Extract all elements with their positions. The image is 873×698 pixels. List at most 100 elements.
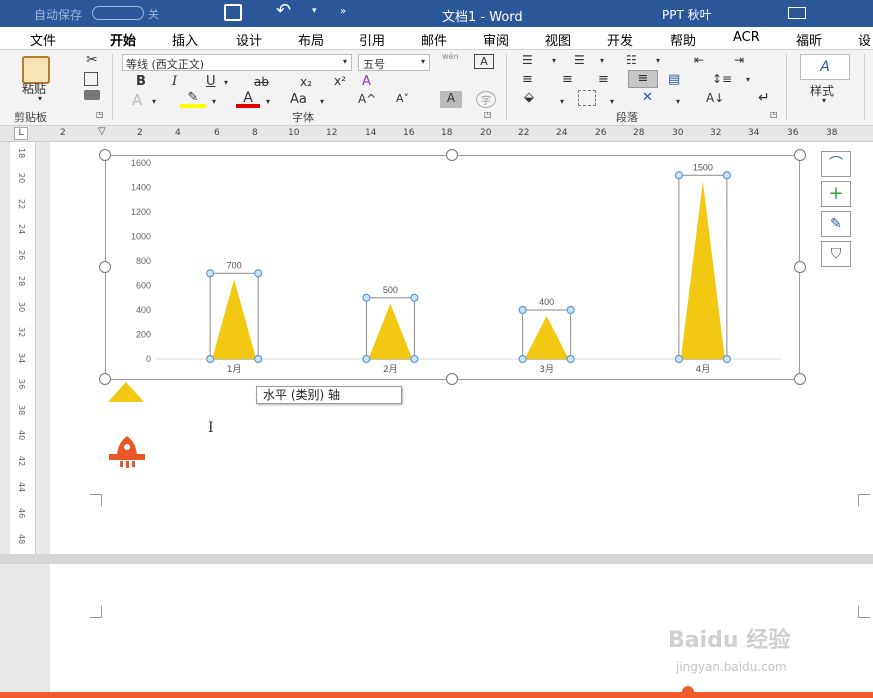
tab-more[interactable]: 设 [858,30,871,49]
font-color-dropdown-icon[interactable]: ▾ [266,97,270,106]
enclose-characters-button[interactable]: 字 [476,91,496,108]
rocket-icon[interactable] [105,434,149,468]
undo-dropdown-icon[interactable]: ▾ [312,6,317,16]
borders-dropdown-icon[interactable]: ▾ [610,97,614,106]
ribbon-display-options-icon[interactable] [788,7,806,19]
line-spacing-button[interactable]: ↕≡ [712,72,732,86]
progress-knob[interactable] [682,686,694,698]
resize-handle-top[interactable] [446,149,458,161]
change-case-dropdown-icon[interactable]: ▾ [320,97,324,106]
shading-button[interactable]: ⬙ [524,90,534,105]
highlight-color-button[interactable]: ✎ [180,90,206,108]
tab-acrobat[interactable]: ACR [733,30,760,45]
tab-selector-icon[interactable]: L [14,127,28,140]
align-left-button[interactable]: ≡ [522,72,533,87]
tab-design[interactable]: 设计 [236,30,262,49]
chart-filters-button[interactable]: ⛉ [821,241,851,267]
align-center-button[interactable]: ≡ [562,72,573,87]
resize-handle-top-right[interactable] [794,149,806,161]
font-size-select[interactable]: 五号 ▾ [358,54,430,71]
underline-button[interactable]: U [206,74,216,89]
chart-svg[interactable]: 0 200 400 600 800 1000 1200 1400 1600 700 1月 500 2月 4… [106,156,801,381]
resize-handle-bottom-right[interactable] [794,373,806,385]
resize-handle-right[interactable] [794,261,806,273]
tab-file[interactable]: 文件 [30,30,56,49]
text-effects-button[interactable]: A [132,91,142,109]
chart-object[interactable]: 0 200 400 600 800 1000 1200 1400 1600 700 1月 500 2月 4… [105,155,800,380]
text-effects-dropdown-icon[interactable]: ▾ [152,97,156,106]
tab-developer[interactable]: 开发 [607,30,633,49]
character-shading-button[interactable]: A [440,91,462,108]
font-launcher-icon[interactable]: ◳ [484,110,492,119]
bullets-dropdown-icon[interactable]: ▾ [552,56,556,65]
resize-handle-bottom[interactable] [446,373,458,385]
resize-handle-left[interactable] [99,261,111,273]
highlight-dropdown-icon[interactable]: ▾ [212,97,216,106]
resize-handle-top-left[interactable] [99,149,111,161]
decrease-indent-button[interactable]: ⇤ [694,53,704,67]
numbering-button[interactable]: ☰ [574,53,585,67]
multilevel-dropdown-icon[interactable]: ▾ [656,56,660,65]
user-name[interactable]: PPT 秋叶 [662,6,712,23]
grow-font-button[interactable]: A^ [358,92,376,106]
chart-elements-button[interactable]: + [821,181,851,207]
increase-indent-button[interactable]: ⇥ [734,53,744,67]
styles-dropdown-icon[interactable]: ▾ [822,96,826,105]
clear-formatting-button[interactable]: A [362,74,371,89]
paragraph-launcher-icon[interactable]: ◳ [770,110,778,119]
format-painter-icon[interactable] [84,90,100,100]
align-right-button[interactable]: ≡ [598,72,609,87]
chart-styles-button[interactable]: ✎ [821,211,851,237]
triangle-shape[interactable] [106,380,146,404]
tab-help[interactable]: 帮助 [670,30,696,49]
borders-button[interactable] [578,90,596,106]
horizontal-ruler[interactable]: L 2 ▽ 2 4 6 8 10 12 14 16 18 20 22 24 26… [0,126,873,142]
multilevel-list-button[interactable]: ☷ [626,53,637,67]
save-icon[interactable] [224,4,242,21]
bullets-button[interactable]: ☰ [522,53,533,67]
tab-references[interactable]: 引用 [359,30,385,49]
document-title: 文档1 - Word [442,10,523,25]
undo-icon[interactable]: ↶ [276,0,291,21]
font-color-button[interactable]: A [236,90,260,108]
show-paragraph-marks-button[interactable]: ↵ [758,90,770,106]
sort-button[interactable]: A↓ [706,91,724,105]
video-progress-bar[interactable] [0,692,873,698]
numbering-dropdown-icon[interactable]: ▾ [600,56,604,65]
tab-foxit[interactable]: 福昕 [796,30,822,49]
styles-icon[interactable]: A [800,54,850,80]
paste-dropdown-icon[interactable]: ▾ [38,94,42,103]
document-page[interactable]: 0 200 400 600 800 1000 1200 1400 1600 700 1月 500 2月 4… [50,142,873,554]
shrink-font-button[interactable]: A˅ [396,92,409,105]
indent-marker-icon[interactable]: ▽ [98,126,106,137]
bold-button[interactable]: B [136,74,146,89]
vertical-ruler[interactable]: 18 20 22 24 26 28 30 32 34 36 38 40 42 4… [10,142,36,556]
subscript-button[interactable]: x₂ [300,75,312,89]
copy-icon[interactable] [84,72,98,86]
strikethrough-button[interactable]: ab [254,75,269,89]
superscript-button[interactable]: x² [334,74,346,88]
underline-dropdown-icon[interactable]: ▾ [224,78,228,87]
clipboard-launcher-icon[interactable]: ◳ [96,110,104,119]
distributed-button[interactable]: ▤ [668,72,680,87]
asian-layout-dropdown-icon[interactable]: ▾ [676,97,680,106]
tab-view[interactable]: 视图 [545,30,571,49]
phonetic-guide-icon[interactable]: wén [442,52,459,61]
character-border-icon[interactable]: A [474,54,494,69]
tab-layout[interactable]: 布局 [298,30,324,49]
layout-options-button[interactable]: ⌒ [821,151,851,177]
paste-label[interactable]: 粘贴 [22,80,46,97]
customize-qat-icon[interactable]: » [340,6,346,17]
line-spacing-dropdown-icon[interactable]: ▾ [746,75,750,84]
tab-insert[interactable]: 插入 [172,30,198,49]
justify-button[interactable]: ≡ [628,70,658,88]
cut-icon[interactable]: ✂ [86,52,98,68]
shading-dropdown-icon[interactable]: ▾ [560,97,564,106]
tab-review[interactable]: 审阅 [483,30,509,49]
autosave-toggle[interactable] [92,6,144,20]
change-case-button[interactable]: Aa [290,92,307,107]
tab-mailings[interactable]: 邮件 [421,30,447,49]
asian-layout-button[interactable]: ✕ [642,90,653,105]
font-name-select[interactable]: 等线 (西文正文) ▾ [122,54,352,71]
italic-button[interactable]: I [172,74,177,89]
